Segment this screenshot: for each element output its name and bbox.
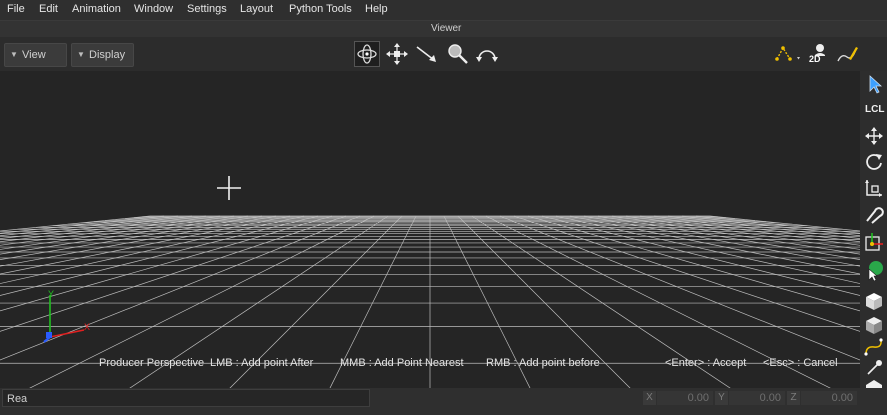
pen-button[interactable] [834,41,860,67]
pivot-tool-button[interactable] [863,231,885,253]
axis-x-label: X [84,322,91,332]
zoom-button[interactable] [444,41,470,67]
pan-button[interactable] [384,41,410,67]
command-line-text: Rea [7,393,28,405]
viewer-title-bar: Viewer [0,20,887,37]
roll-icon [476,50,498,62]
orbit-button[interactable] [354,41,380,67]
dolly-icon [416,46,436,62]
pan-icon [386,43,408,65]
rotate-icon [866,154,882,170]
move-icon [865,127,883,145]
view-dropdown[interactable]: ▼ View [4,43,67,67]
3d-viewport[interactable]: Y X Producer Perspective LMB : Add point… [0,71,860,388]
coord-x-field[interactable]: 0.00 [657,391,713,405]
menu-layout[interactable]: Layout [240,3,273,15]
path-tool-button[interactable] [863,336,885,358]
hint-mmb: MMB : Add Point Nearest [340,357,464,369]
curve-path-button[interactable] [774,41,804,67]
command-line[interactable]: Rea [2,389,370,407]
shaded-cube-button[interactable] [863,314,885,336]
pivot-icon [865,233,883,251]
ground-grid [0,215,860,388]
scale-tool-button[interactable] [863,177,885,199]
viewer-toolbar: ▼ View ▼ Display 2D [0,37,887,71]
coord-z-label: Z [787,391,800,405]
menu-bar: File Edit Animation Window Settings Layo… [0,0,887,20]
roll-button[interactable] [474,41,500,67]
menu-help[interactable]: Help [365,3,388,15]
select-icon [869,75,883,94]
coord-x-label: X [643,391,656,405]
menu-settings[interactable]: Settings [187,3,227,15]
coord-y-field[interactable]: 0.00 [729,391,785,405]
globe-select-button[interactable] [863,259,885,282]
select-tool-button[interactable] [863,73,885,95]
menu-animation[interactable]: Animation [72,3,121,15]
2d-label: 2D [809,54,821,64]
cube-solid-icon [866,293,882,310]
pen-icon [837,47,858,62]
lcl-label: LCL [865,104,885,115]
hint-rmb: RMB : Add point before [486,357,600,369]
menu-edit[interactable]: Edit [39,3,58,15]
camera-name: Producer Perspective [99,357,205,369]
view-dropdown-label: View [22,49,46,61]
display-dropdown-label: Display [89,49,126,61]
chevron-down-icon: ▼ [77,50,85,59]
orbit-icon [357,44,377,64]
coord-y-label: Y [715,391,728,405]
chevron-down-icon: ▼ [10,50,18,59]
light-icon [867,360,882,375]
2d-view-button[interactable]: 2D [806,41,832,67]
snap-tool-button[interactable] [863,203,885,225]
menu-window[interactable]: Window [134,3,173,15]
cube-shaded-icon [866,317,882,334]
zoom-icon [448,44,468,64]
path-icon [864,338,883,356]
dolly-button[interactable] [414,41,440,67]
hint-enter: <Enter> : Accept [665,357,747,369]
viewer-title: Viewer [431,23,462,34]
crosshair-cursor-icon [217,176,241,200]
scale-icon [865,180,882,197]
move-tool-button[interactable] [863,125,885,147]
curve-path-icon [775,46,800,61]
display-dropdown[interactable]: ▼ Display [71,43,134,67]
light-tool-button[interactable] [863,357,885,379]
menu-python-tools[interactable]: Python Tools [289,3,352,15]
coord-z-field[interactable]: 0.00 [801,391,857,405]
axis-y-label: Y [48,289,55,299]
local-space-button[interactable]: LCL [863,99,885,121]
rotate-tool-button[interactable] [863,151,885,173]
hint-lmb: LMB : Add point After [210,357,314,369]
snap-icon [866,207,884,224]
globe-select-icon [868,261,883,282]
hint-esc: <Esc> : Cancel [763,357,838,369]
solid-cube-button[interactable] [863,290,885,312]
menu-file[interactable]: File [7,3,25,15]
